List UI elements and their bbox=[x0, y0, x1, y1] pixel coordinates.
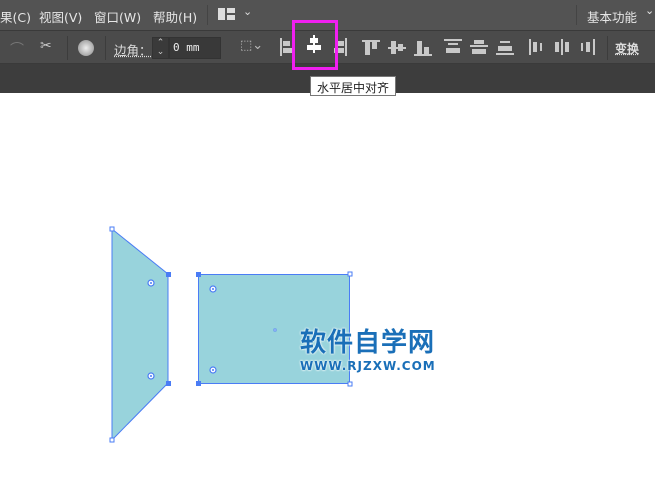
align-bottom-icon[interactable] bbox=[414, 38, 432, 56]
curve-tool-icon[interactable]: ⌒ bbox=[10, 39, 24, 59]
corner-label: 边角： bbox=[114, 43, 152, 58]
layout-switcher-button[interactable]: ⌄ bbox=[218, 5, 254, 22]
recolor-icon[interactable] bbox=[78, 40, 94, 56]
divider bbox=[607, 36, 608, 60]
divider bbox=[105, 36, 106, 60]
distribute-right-icon[interactable] bbox=[580, 38, 596, 56]
corner-stepper[interactable]: ⌃ ⌄ bbox=[152, 37, 169, 59]
scissors-icon[interactable]: ✂ bbox=[40, 38, 52, 54]
menu-effect[interactable]: 果(C) bbox=[0, 7, 31, 26]
chevron-down-icon: ⌄ bbox=[243, 5, 253, 18]
distribute-bottom-icon[interactable] bbox=[496, 38, 514, 56]
highlight-box bbox=[292, 20, 338, 70]
watermark-url: WWW.RJZXW.COM bbox=[300, 359, 436, 373]
selected-anchor-points[interactable] bbox=[166, 272, 201, 386]
align-vertical-center-icon[interactable] bbox=[388, 38, 406, 56]
workspace-switcher[interactable]: 基本功能 bbox=[587, 7, 637, 26]
transform-grid-icon[interactable]: ⬚⌄ bbox=[240, 38, 263, 53]
divider bbox=[576, 5, 577, 25]
divider bbox=[207, 5, 208, 25]
trapezoid-shape[interactable] bbox=[111, 227, 169, 442]
menu-view[interactable]: 视图(V) bbox=[39, 7, 82, 26]
distribute-horizontal-center-icon[interactable] bbox=[554, 38, 570, 56]
watermark-title: 软件自学网 bbox=[300, 328, 436, 358]
tooltip: 水平居中对齐 bbox=[310, 76, 397, 96]
transform-link[interactable]: 变换 bbox=[615, 40, 639, 57]
chevron-down-icon[interactable]: ⌄ bbox=[645, 4, 654, 17]
artboard[interactable] bbox=[0, 93, 655, 487]
distribute-top-icon[interactable] bbox=[444, 38, 462, 56]
divider bbox=[67, 36, 68, 60]
menu-window[interactable]: 窗口(W) bbox=[94, 7, 141, 26]
menu-help[interactable]: 帮助(H) bbox=[153, 7, 197, 26]
watermark: 软件自学网 WWW.RJZXW.COM bbox=[300, 322, 436, 373]
corner-input[interactable]: 0 mm bbox=[169, 37, 221, 59]
distribute-left-icon[interactable] bbox=[528, 38, 544, 56]
align-top-icon[interactable] bbox=[362, 38, 380, 56]
distribute-vertical-center-icon[interactable] bbox=[470, 38, 488, 56]
